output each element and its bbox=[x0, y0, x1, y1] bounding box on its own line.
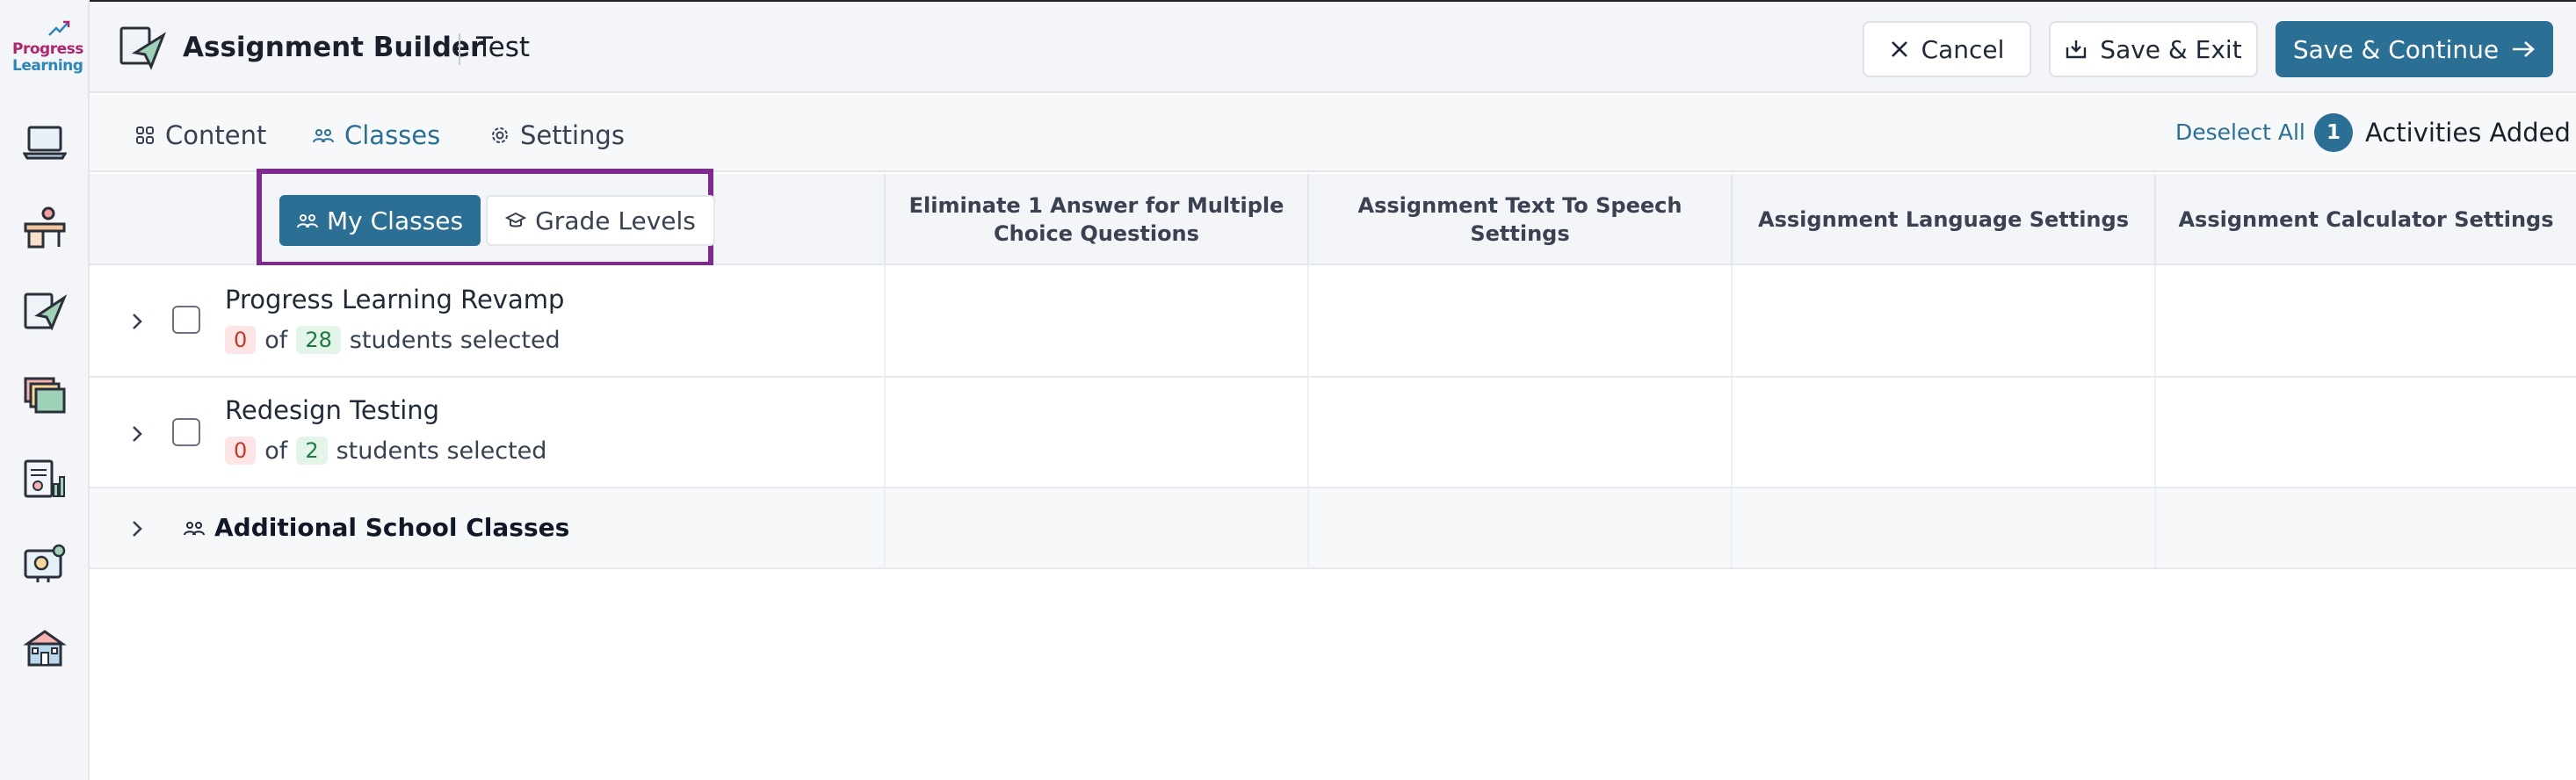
students-selected-label: students selected bbox=[349, 326, 561, 354]
progress-learning-logo[interactable]: Progress Learning bbox=[9, 19, 83, 75]
table-cell[interactable] bbox=[1731, 265, 2154, 376]
grade-levels-label: Grade Levels bbox=[535, 206, 696, 235]
arrow-right-icon bbox=[2513, 41, 2536, 57]
table-cell bbox=[1731, 488, 2154, 567]
logo-text-top: Progress bbox=[12, 40, 83, 58]
table-cell[interactable] bbox=[1307, 265, 1731, 376]
my-classes-label: My Classes bbox=[327, 206, 464, 235]
cancel-button[interactable]: Cancel bbox=[1863, 21, 2031, 77]
assignment-name: Test bbox=[476, 32, 531, 63]
students-selected-summary: 0 of 28 students selected bbox=[225, 323, 561, 357]
additional-school-classes-row[interactable]: Additional School Classes bbox=[90, 488, 2576, 569]
chevron-right-icon[interactable] bbox=[127, 518, 148, 539]
deselect-all-link[interactable]: Deselect All bbox=[2175, 119, 2305, 145]
graduation-cap-icon bbox=[505, 212, 527, 228]
table-row: Redesign Testing 0 of 2 students selecte… bbox=[90, 378, 2576, 488]
additional-classes-title: Additional School Classes bbox=[214, 513, 570, 542]
table-cell bbox=[884, 488, 1307, 567]
tab-bar: Content Classes Settings Deselect All 1 … bbox=[90, 95, 2576, 172]
table-cell[interactable] bbox=[884, 378, 1307, 487]
of-label: of bbox=[264, 326, 288, 354]
table-row: Progress Learning Revamp 0 of 28 student… bbox=[90, 265, 2576, 378]
tab-settings-label: Settings bbox=[520, 120, 625, 150]
class-name: Redesign Testing bbox=[225, 395, 440, 425]
row-checkbox[interactable] bbox=[172, 418, 200, 446]
save-continue-label: Save & Continue bbox=[2292, 34, 2500, 64]
report-chart-icon[interactable] bbox=[21, 457, 69, 502]
school-building-icon[interactable] bbox=[21, 625, 69, 671]
class-name: Progress Learning Revamp bbox=[225, 285, 565, 314]
column-header-eliminate-answer: Eliminate 1 Answer for Multiple Choice Q… bbox=[884, 174, 1307, 265]
students-selected-summary: 0 of 2 students selected bbox=[225, 434, 546, 467]
lightbulb-board-icon[interactable] bbox=[21, 541, 69, 587]
class-view-toggle: My Classes Grade Levels bbox=[279, 195, 715, 246]
left-sidebar: Progress Learning bbox=[0, 0, 90, 780]
activities-added-label: Activities Added bbox=[2365, 118, 2571, 148]
gear-icon bbox=[492, 127, 508, 143]
close-icon bbox=[1891, 41, 1907, 57]
desk-icon[interactable] bbox=[21, 204, 69, 249]
download-tray-icon bbox=[2066, 40, 2087, 59]
assignment-builder-icon bbox=[118, 25, 167, 72]
people-icon bbox=[297, 214, 318, 228]
table-cell[interactable] bbox=[884, 265, 1307, 376]
logo-text-bottom: Learning bbox=[12, 57, 83, 75]
table-cell[interactable] bbox=[1307, 378, 1731, 487]
people-icon bbox=[184, 522, 205, 536]
chevron-right-icon[interactable] bbox=[127, 311, 148, 332]
tab-content-label: Content bbox=[165, 120, 267, 150]
row-checkbox[interactable] bbox=[172, 306, 200, 334]
people-icon bbox=[313, 129, 334, 143]
assignment-plane-icon[interactable] bbox=[21, 288, 69, 334]
activities-count-badge: 1 bbox=[2314, 113, 2353, 152]
total-count-badge: 2 bbox=[296, 437, 328, 465]
logo-mark-icon bbox=[48, 20, 70, 36]
tab-classes-label: Classes bbox=[344, 120, 441, 150]
my-classes-button[interactable]: My Classes bbox=[279, 195, 481, 246]
table-cell[interactable] bbox=[2154, 378, 2576, 487]
page-title: Assignment Builder bbox=[183, 32, 484, 63]
selected-count-badge: 0 bbox=[225, 326, 257, 354]
column-header-text-to-speech: Assignment Text To Speech Settings bbox=[1307, 174, 1731, 265]
laptop-icon[interactable] bbox=[21, 119, 69, 165]
save-exit-button[interactable]: Save & Exit bbox=[2049, 21, 2258, 77]
table-cell bbox=[2154, 488, 2576, 567]
tab-classes[interactable]: Classes bbox=[313, 118, 440, 153]
column-header-calculator: Assignment Calculator Settings bbox=[2154, 174, 2576, 265]
chevron-right-icon[interactable] bbox=[127, 423, 148, 444]
table-cell bbox=[1307, 488, 1731, 567]
grade-levels-button[interactable]: Grade Levels bbox=[486, 195, 715, 246]
total-count-badge: 28 bbox=[296, 326, 341, 354]
column-header-language: Assignment Language Settings bbox=[1731, 174, 2154, 265]
students-selected-label: students selected bbox=[336, 437, 547, 465]
tab-content[interactable]: Content bbox=[135, 118, 266, 153]
save-exit-label: Save & Exit bbox=[2100, 34, 2242, 64]
of-label: of bbox=[264, 437, 288, 465]
tab-settings[interactable]: Settings bbox=[490, 118, 625, 153]
table-cell[interactable] bbox=[2154, 265, 2576, 376]
title-divider bbox=[459, 33, 460, 65]
selected-count-badge: 0 bbox=[225, 437, 257, 465]
top-header: Assignment Builder Test Cancel Save & Ex… bbox=[90, 0, 2576, 93]
save-continue-button[interactable]: Save & Continue bbox=[2276, 21, 2553, 77]
table-cell[interactable] bbox=[1731, 378, 2154, 487]
grid-icon bbox=[136, 126, 154, 144]
folders-icon[interactable] bbox=[21, 372, 69, 418]
cancel-label: Cancel bbox=[1921, 34, 2005, 64]
